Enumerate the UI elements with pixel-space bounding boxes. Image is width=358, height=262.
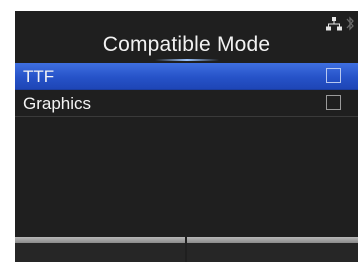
list-item-label: TTF: [23, 67, 55, 86]
softkey-bar: [15, 237, 358, 262]
list-item-graphics[interactable]: Graphics: [15, 90, 358, 117]
softkey-left-bar: [15, 237, 185, 243]
printer-screen: Compatible Mode TTF Graphics: [0, 0, 358, 262]
list-item-ttf[interactable]: TTF: [15, 63, 358, 90]
bluetooth-icon: [346, 16, 354, 31]
option-list: TTF Graphics: [15, 63, 358, 117]
softkey-right[interactable]: [187, 237, 358, 262]
empty-list-area: [15, 117, 358, 237]
softkey-left[interactable]: [15, 237, 185, 262]
list-item-label: Graphics: [23, 94, 92, 113]
title-underline: [155, 59, 219, 61]
softkey-right-bar: [187, 237, 358, 243]
checkbox-graphics[interactable]: [326, 95, 341, 110]
network-icon: [326, 17, 342, 31]
lcd-display: Compatible Mode TTF Graphics: [15, 11, 358, 262]
page-title: Compatible Mode: [102, 33, 271, 56]
header: Compatible Mode: [15, 11, 358, 62]
checkbox-ttf[interactable]: [326, 68, 341, 83]
